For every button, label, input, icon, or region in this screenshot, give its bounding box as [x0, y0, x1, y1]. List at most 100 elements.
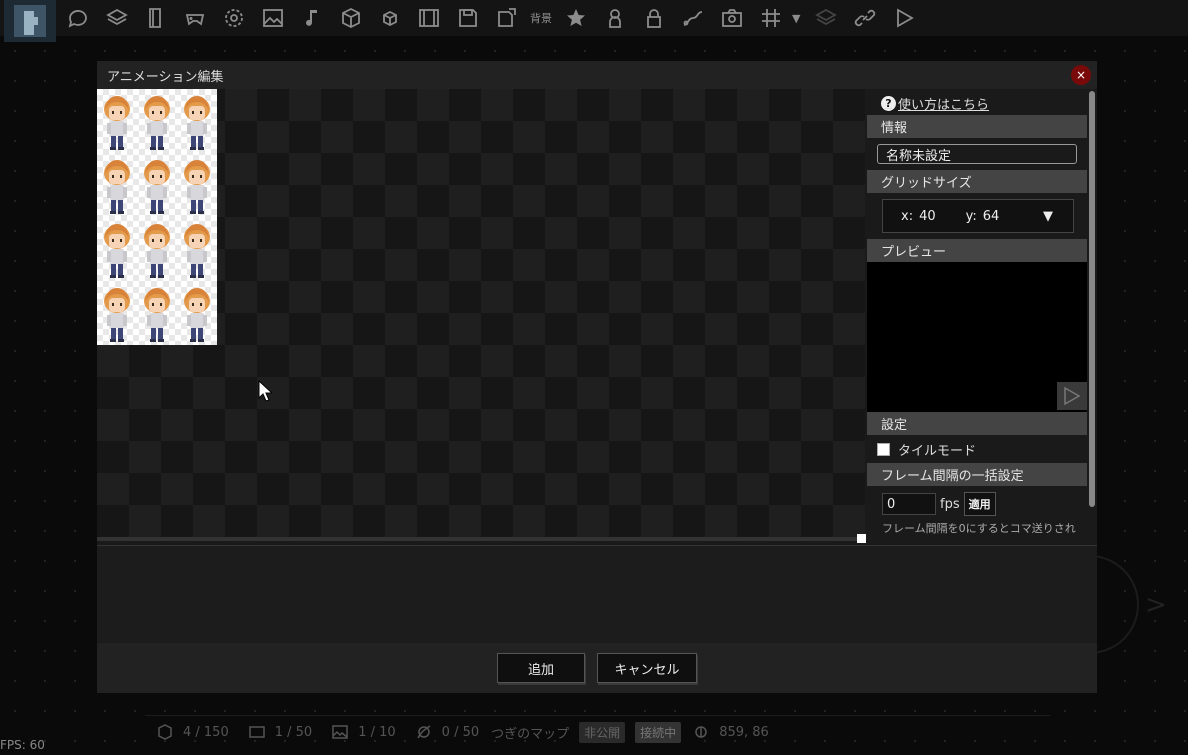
sprite-sheet-image[interactable]: [97, 89, 217, 345]
help-link-label[interactable]: 使い方はこちら: [898, 94, 989, 113]
fps-input[interactable]: [882, 493, 936, 515]
sprite-frame: [184, 96, 210, 150]
animation-frames-area[interactable]: [97, 545, 1097, 644]
gamepad-icon[interactable]: [177, 0, 213, 36]
play-icon: [1064, 386, 1081, 406]
frame-interval-note: フレーム間隔を0にするとコマ送りされ: [882, 522, 1076, 535]
grid-y-value: 64: [982, 208, 1000, 224]
fps-unit-label: fps: [940, 496, 960, 512]
settings-section-header: 設定: [867, 412, 1087, 435]
small-cube-icon[interactable]: [372, 0, 408, 36]
sprite-frame: [104, 224, 130, 278]
camera-icon[interactable]: [714, 0, 750, 36]
grid-y-label: y:: [965, 208, 977, 224]
person-icon[interactable]: [597, 0, 633, 36]
grid-icon[interactable]: [753, 0, 789, 36]
sprite-frame: [144, 160, 170, 214]
cancel-button[interactable]: キャンセル: [597, 653, 697, 683]
music-note-icon[interactable]: [294, 0, 330, 36]
animation-edit-dialog: アニメーション編集 × ? 使い方はこちら 情報 グリッドサイズ x: 40 y…: [97, 61, 1097, 693]
coordinate-readout: 859, 86: [693, 724, 769, 740]
close-button[interactable]: ×: [1071, 65, 1091, 85]
sprite-frame: [184, 288, 210, 342]
image-icon: [332, 725, 348, 739]
chevron-down-icon: ▼: [1043, 208, 1053, 224]
object-count-value: 4 / 150: [183, 724, 229, 740]
tile-mode-row: タイルモード: [867, 435, 1087, 463]
sprite-frame: [104, 160, 130, 214]
star-icon[interactable]: [558, 0, 594, 36]
app-logo[interactable]: [4, 0, 56, 42]
canvas-horizontal-scrollbar[interactable]: [97, 537, 865, 541]
film-icon[interactable]: [411, 0, 447, 36]
link-icon[interactable]: [847, 0, 883, 36]
stack-icon: [808, 0, 844, 36]
curve-icon[interactable]: [675, 0, 711, 36]
preview-play-button[interactable]: [1057, 382, 1087, 410]
next-map-label[interactable]: つぎのマップ: [491, 723, 569, 742]
status-bar: 4 / 150 1 / 50 1 / 10 0 / 50 つぎのマップ 非公開 …: [145, 715, 1050, 748]
connecting-badge: 接続中: [635, 721, 682, 743]
coordinate-value: 859, 86: [719, 724, 769, 740]
path-count-value: 0 / 50: [441, 724, 480, 740]
fps-counter: FPS: 60: [0, 738, 45, 752]
grid-size-section-header: グリッドサイズ: [867, 170, 1087, 193]
layers-icon[interactable]: [99, 0, 135, 36]
help-link[interactable]: ? 使い方はこちら: [881, 94, 1087, 113]
apply-button[interactable]: 適用: [963, 492, 996, 516]
info-section-header: 情報: [867, 115, 1087, 138]
sprite-frame: [144, 224, 170, 278]
dialog-title: アニメーション編集: [107, 69, 224, 85]
object-count: 4 / 150: [157, 724, 229, 740]
sprite-frame: [184, 224, 210, 278]
dialog-header: アニメーション編集 ×: [97, 61, 1097, 89]
image-count: 1 / 10: [332, 724, 396, 740]
grid-x-label: x:: [901, 208, 914, 224]
tile-mode-label: タイルモード: [898, 443, 977, 459]
chat-icon[interactable]: [60, 0, 96, 36]
frame-interval-section-header: フレーム間隔の一括設定: [867, 463, 1087, 486]
tile-mode-checkbox[interactable]: [877, 442, 890, 456]
play-icon[interactable]: [886, 0, 922, 36]
top-toolbar: 背景 ▼: [0, 0, 1188, 42]
help-icon: ?: [881, 95, 896, 111]
cube-icon[interactable]: [333, 0, 369, 36]
side-panel: ? 使い方はこちら 情報 グリッドサイズ x: 40 y: 64 ▼ プレビュー…: [867, 89, 1087, 541]
mouse-cursor-icon: [258, 380, 272, 402]
film-icon: [248, 726, 265, 738]
image-count-value: 1 / 10: [358, 724, 396, 740]
sprite-frame: [184, 160, 210, 214]
dialog-footer: 追加 キャンセル: [97, 643, 1097, 693]
fps-row: fps 適用: [867, 492, 1087, 516]
export-icon[interactable]: [489, 0, 525, 36]
preview-section-header: プレビュー: [867, 239, 1087, 262]
sprite-frame: [144, 288, 170, 342]
animation-name-input[interactable]: [877, 144, 1077, 164]
grid-x-value: 40: [919, 208, 936, 224]
save-icon[interactable]: [450, 0, 486, 36]
sprite-frame: [104, 96, 130, 150]
book-icon[interactable]: [138, 0, 174, 36]
gear-icon[interactable]: [216, 0, 252, 36]
canvas-resize-handle[interactable]: [857, 534, 866, 543]
side-panel-scroll-thumb[interactable]: [1089, 91, 1095, 507]
lock-icon[interactable]: [636, 0, 672, 36]
image-icon[interactable]: [255, 0, 291, 36]
sprite-frame: [144, 96, 170, 150]
background-arrow: >: [1145, 590, 1167, 620]
cursor-icon: [695, 726, 707, 738]
frame-count-value: 1 / 50: [274, 724, 313, 740]
add-button[interactable]: 追加: [497, 653, 585, 683]
frame-count: 1 / 50: [248, 724, 313, 740]
path-icon: [417, 725, 431, 739]
private-badge: 非公開: [579, 721, 626, 743]
cube-icon: [158, 724, 172, 740]
background-button[interactable]: 背景: [530, 10, 552, 26]
side-panel-scrollbar[interactable]: [1087, 89, 1097, 541]
grid-dropdown-caret[interactable]: ▼: [792, 12, 800, 25]
grid-size-select[interactable]: x: 40 y: 64 ▼: [882, 199, 1074, 233]
animation-preview: [867, 262, 1087, 412]
sprite-frame: [104, 288, 130, 342]
sprite-canvas[interactable]: [97, 89, 865, 541]
path-count: 0 / 50: [416, 724, 479, 740]
